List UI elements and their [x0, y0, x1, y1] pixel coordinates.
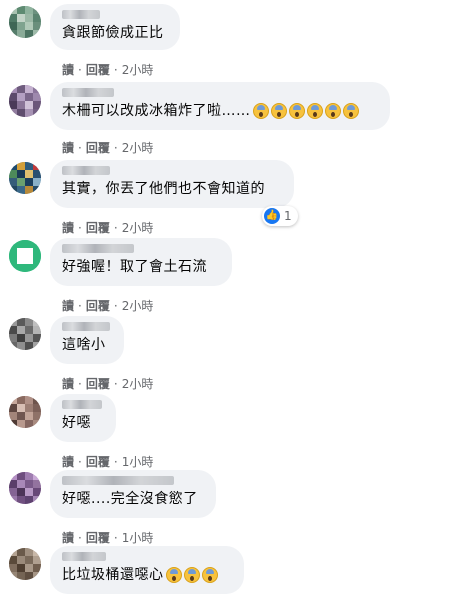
comment-timestamp[interactable]: 2小時 — [122, 141, 154, 155]
read-link[interactable]: 讀 — [62, 299, 74, 313]
comment: 比垃圾桶還噁心 — [0, 546, 450, 600]
comment-actions: 讀 · 回覆 · 1小時 — [62, 455, 154, 469]
comment-text: 木柵可以改成冰箱炸了啦…… — [62, 103, 251, 119]
avatar[interactable] — [9, 6, 41, 38]
comment: 這啥小 讀 · 回覆 · 2小時 — [0, 314, 450, 392]
avatar[interactable] — [9, 240, 41, 272]
commenter-name[interactable] — [62, 166, 110, 175]
comment-text: 這啥小 — [62, 337, 106, 353]
commenter-name[interactable] — [62, 88, 114, 97]
reply-link[interactable]: 回覆 — [86, 63, 110, 77]
like-icon: 👍 — [264, 208, 280, 224]
avatar[interactable] — [9, 85, 41, 117]
avatar[interactable] — [9, 318, 41, 350]
comment-bubble: 好噁....完全沒食慾了 — [50, 470, 216, 518]
comment-text-line: 比垃圾桶還噁心 — [62, 564, 218, 584]
read-link[interactable]: 讀 — [62, 531, 74, 545]
comment: 貪跟節儉成正比 讀 · 回覆 · 2小時 — [0, 0, 450, 78]
reply-link[interactable]: 回覆 — [86, 377, 110, 391]
face-screaming-in-fear-icon — [342, 103, 359, 119]
comment-timestamp[interactable]: 2小時 — [122, 221, 154, 235]
comment-timestamp[interactable]: 1小時 — [122, 531, 154, 545]
face-screaming-in-fear-icon — [288, 103, 305, 119]
read-link[interactable]: 讀 — [62, 377, 74, 391]
reply-link[interactable]: 回覆 — [86, 299, 110, 313]
commenter-name[interactable] — [62, 244, 134, 253]
comment-actions: 讀 · 回覆 · 2小時 — [62, 377, 154, 391]
comment-bubble: 好噁 — [50, 394, 116, 442]
avatar[interactable] — [9, 548, 41, 580]
comment-bubble: 這啥小 — [50, 316, 124, 364]
emoji-row — [252, 103, 359, 119]
reply-link[interactable]: 回覆 — [86, 531, 110, 545]
comment-text: 好強喔！取了會土石流 — [62, 259, 207, 275]
commenter-name[interactable] — [62, 552, 106, 561]
comment-text-line: 木柵可以改成冰箱炸了啦…… — [62, 100, 359, 120]
read-link[interactable]: 讀 — [62, 455, 74, 469]
avatar[interactable] — [9, 396, 41, 428]
comment-bubble: 貪跟節儉成正比 — [50, 4, 180, 50]
emoji-row — [165, 567, 218, 583]
commenter-name[interactable] — [62, 322, 110, 331]
comment-bubble: 好強喔！取了會土石流 — [50, 238, 232, 286]
reaction-badge[interactable]: 👍 1 — [262, 206, 298, 226]
comment: 好噁....完全沒食慾了 讀 · 回覆 · 1小時 — [0, 470, 450, 546]
face-screaming-in-fear-icon — [306, 103, 323, 119]
commenter-name[interactable] — [62, 476, 174, 485]
reaction-count: 1 — [284, 209, 292, 223]
comment-timestamp[interactable]: 2小時 — [122, 299, 154, 313]
face-screaming-in-fear-icon — [252, 103, 269, 119]
reply-link[interactable]: 回覆 — [86, 141, 110, 155]
comment-text: 貪跟節儉成正比 — [62, 25, 164, 41]
comment-thread: 貪跟節儉成正比 讀 · 回覆 · 2小時 木柵可以改成冰箱炸了啦…… 讀 · 回… — [0, 0, 450, 600]
comment-actions: 讀 · 回覆 · 2小時 — [62, 299, 154, 313]
comment-bubble: 比垃圾桶還噁心 — [50, 546, 244, 594]
face-screaming-in-fear-icon — [324, 103, 341, 119]
commenter-name[interactable] — [62, 10, 100, 19]
comment-actions: 讀 · 回覆 · 1小時 — [62, 531, 154, 545]
comment: 其實，你丟了他們也不會知道的 👍 1 讀 · 回覆 · 2小時 — [0, 158, 450, 236]
reply-link[interactable]: 回覆 — [86, 221, 110, 235]
read-link[interactable]: 讀 — [62, 221, 74, 235]
comment: 好強喔！取了會土石流 讀 · 回覆 · 2小時 — [0, 236, 450, 314]
face-screaming-in-fear-icon — [201, 567, 218, 583]
comment-timestamp[interactable]: 2小時 — [122, 377, 154, 391]
comment-bubble: 其實，你丟了他們也不會知道的 — [50, 160, 294, 208]
comment-timestamp[interactable]: 1小時 — [122, 455, 154, 469]
comment-text: 好噁 — [62, 415, 91, 431]
comment-text: 比垃圾桶還噁心 — [62, 567, 164, 583]
comment-actions: 讀 · 回覆 · 2小時 — [62, 63, 154, 77]
face-screaming-in-fear-icon — [270, 103, 287, 119]
comment-text: 好噁....完全沒食慾了 — [62, 491, 198, 507]
comment-actions: 讀 · 回覆 · 2小時 — [62, 141, 154, 155]
avatar[interactable] — [9, 472, 41, 504]
comment-actions: 讀 · 回覆 · 2小時 — [62, 221, 154, 235]
read-link[interactable]: 讀 — [62, 63, 74, 77]
reply-link[interactable]: 回覆 — [86, 455, 110, 469]
avatar[interactable] — [9, 162, 41, 194]
comment-text: 其實，你丟了他們也不會知道的 — [62, 181, 265, 197]
commenter-name[interactable] — [62, 400, 102, 409]
face-screaming-in-fear-icon — [183, 567, 200, 583]
face-screaming-in-fear-icon — [165, 567, 182, 583]
comment-timestamp[interactable]: 2小時 — [122, 63, 154, 77]
read-link[interactable]: 讀 — [62, 141, 74, 155]
comment: 木柵可以改成冰箱炸了啦…… 讀 · 回覆 · 2小時 — [0, 78, 450, 158]
comment: 好噁 讀 · 回覆 · 1小時 — [0, 392, 450, 470]
comment-bubble: 木柵可以改成冰箱炸了啦…… — [50, 82, 390, 130]
